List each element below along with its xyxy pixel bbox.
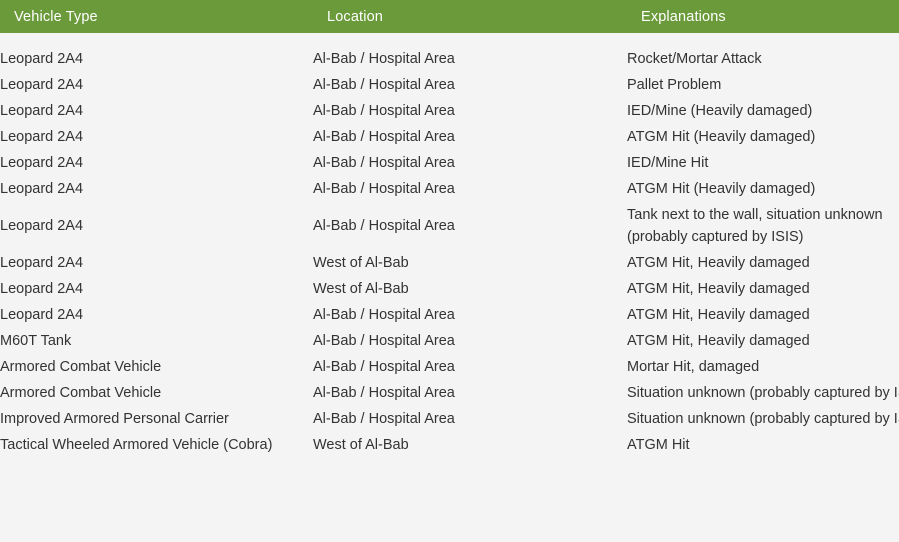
cell-vehicle-type: Leopard 2A4 [0, 46, 313, 72]
table-row: Improved Armored Personal Carrier Al-Bab … [0, 406, 899, 432]
cell-location: Al-Bab / Hospital Area [313, 150, 627, 176]
cell-explanations: Mortar Hit, damaged [627, 354, 899, 380]
cell-location: West of Al-Bab [313, 250, 627, 276]
cell-location: Al-Bab / Hospital Area [313, 328, 627, 354]
cell-explanations: Pallet Problem [627, 72, 899, 98]
cell-location: Al-Bab / Hospital Area [313, 354, 627, 380]
column-header-explanations[interactable]: Explanations [627, 0, 899, 33]
cell-location: Al-Bab / Hospital Area [313, 124, 627, 150]
column-header-vehicle-type[interactable]: Vehicle Type [0, 0, 313, 33]
cell-vehicle-type: Leopard 2A4 [0, 176, 313, 202]
spacer-cell-vehicle [0, 33, 313, 46]
cell-explanations: Rocket/Mortar Attack [627, 46, 899, 72]
cell-vehicle-type: Leopard 2A4 [0, 98, 313, 124]
cell-explanations: ATGM Hit [627, 432, 899, 458]
table-row: Leopard 2A4 Al-Bab / Hospital Area ATGM Hi… [0, 302, 899, 328]
column-header-location[interactable]: Location [313, 0, 627, 33]
cell-explanations: IED/Mine (Heavily damaged) [627, 98, 899, 124]
table-row: Leopard 2A4 Al-Bab / Hospital Area ATGM Hi… [0, 176, 899, 202]
cell-location: Al-Bab / Hospital Area [313, 380, 627, 406]
cell-location: West of Al-Bab [313, 432, 627, 458]
cell-explanations: ATGM Hit, Heavily damaged [627, 302, 899, 328]
cell-explanations: ATGM Hit, Heavily damaged [627, 276, 899, 302]
table-row: Leopard 2A4 Al-Bab / Hospital Area Tank ne… [0, 202, 899, 250]
cell-explanations: ATGM Hit, Heavily damaged [627, 250, 899, 276]
cell-location: Al-Bab / Hospital Area [313, 202, 627, 250]
cell-location: West of Al-Bab [313, 276, 627, 302]
table-row: Leopard 2A4 Al-Bab / Hospital Area Pallet … [0, 72, 899, 98]
table-row: Armored Combat Vehicle Al-Bab / Hospital … [0, 380, 899, 406]
table-row: Leopard 2A4 Al-Bab / Hospital Area ATGM Hi… [0, 124, 899, 150]
cell-location: Al-Bab / Hospital Area [313, 46, 627, 72]
cell-explanations: Situation unknown (probably captured by … [627, 406, 899, 432]
cell-location: Al-Bab / Hospital Area [313, 406, 627, 432]
cell-location: Al-Bab / Hospital Area [313, 302, 627, 328]
table-header: Vehicle Type Location Explanations [0, 0, 899, 33]
cell-vehicle-type: M60T Tank [0, 328, 313, 354]
vehicle-losses-table: Vehicle Type Location Explanations Leopa… [0, 0, 899, 458]
cell-explanations: IED/Mine Hit [627, 150, 899, 176]
table-row: Leopard 2A4 West of Al-Bab ATGM Hit, Heavi… [0, 250, 899, 276]
table-header-row: Vehicle Type Location Explanations [0, 0, 899, 33]
cell-location: Al-Bab / Hospital Area [313, 98, 627, 124]
cell-vehicle-type: Leopard 2A4 [0, 202, 313, 250]
cell-vehicle-type: Leopard 2A4 [0, 150, 313, 176]
table-row: Leopard 2A4 Al-Bab / Hospital Area Rocket/… [0, 46, 899, 72]
header-body-spacer [0, 33, 899, 46]
cell-vehicle-type: Improved Armored Personal Carrier [0, 406, 313, 432]
cell-location: Al-Bab / Hospital Area [313, 72, 627, 98]
cell-explanations: ATGM Hit (Heavily damaged) [627, 124, 899, 150]
table-row: M60T Tank Al-Bab / Hospital Area ATGM Hit,… [0, 328, 899, 354]
table-row: Tactical Wheeled Armored Vehicle (Cobra)… [0, 432, 899, 458]
cell-vehicle-type: Leopard 2A4 [0, 72, 313, 98]
table-body: Leopard 2A4 Al-Bab / Hospital Area Rocket/… [0, 33, 899, 458]
cell-explanations: Tank next to the wall, situation unknown… [627, 202, 899, 250]
cell-explanations: ATGM Hit (Heavily damaged) [627, 176, 899, 202]
cell-explanations: ATGM Hit, Heavily damaged [627, 328, 899, 354]
cell-explanations: Situation unknown (probably captured by … [627, 380, 899, 406]
table-row: Armored Combat Vehicle Al-Bab / Hospital … [0, 354, 899, 380]
cell-vehicle-type: Leopard 2A4 [0, 276, 313, 302]
table-row: Leopard 2A4 Al-Bab / Hospital Area IED/Min… [0, 150, 899, 176]
table-row: Leopard 2A4 West of Al-Bab ATGM Hit, Heavi… [0, 276, 899, 302]
cell-vehicle-type: Armored Combat Vehicle [0, 354, 313, 380]
cell-vehicle-type: Leopard 2A4 [0, 302, 313, 328]
vehicle-losses-table-container: Vehicle Type Location Explanations Leopa… [0, 0, 899, 542]
cell-vehicle-type: Leopard 2A4 [0, 250, 313, 276]
cell-vehicle-type: Leopard 2A4 [0, 124, 313, 150]
spacer-cell-explanation [627, 33, 899, 46]
cell-vehicle-type: Tactical Wheeled Armored Vehicle (Cobra) [0, 432, 313, 458]
cell-location: Al-Bab / Hospital Area [313, 176, 627, 202]
cell-vehicle-type: Armored Combat Vehicle [0, 380, 313, 406]
table-row: Leopard 2A4 Al-Bab / Hospital Area IED/Min… [0, 98, 899, 124]
spacer-cell-location [313, 33, 627, 46]
